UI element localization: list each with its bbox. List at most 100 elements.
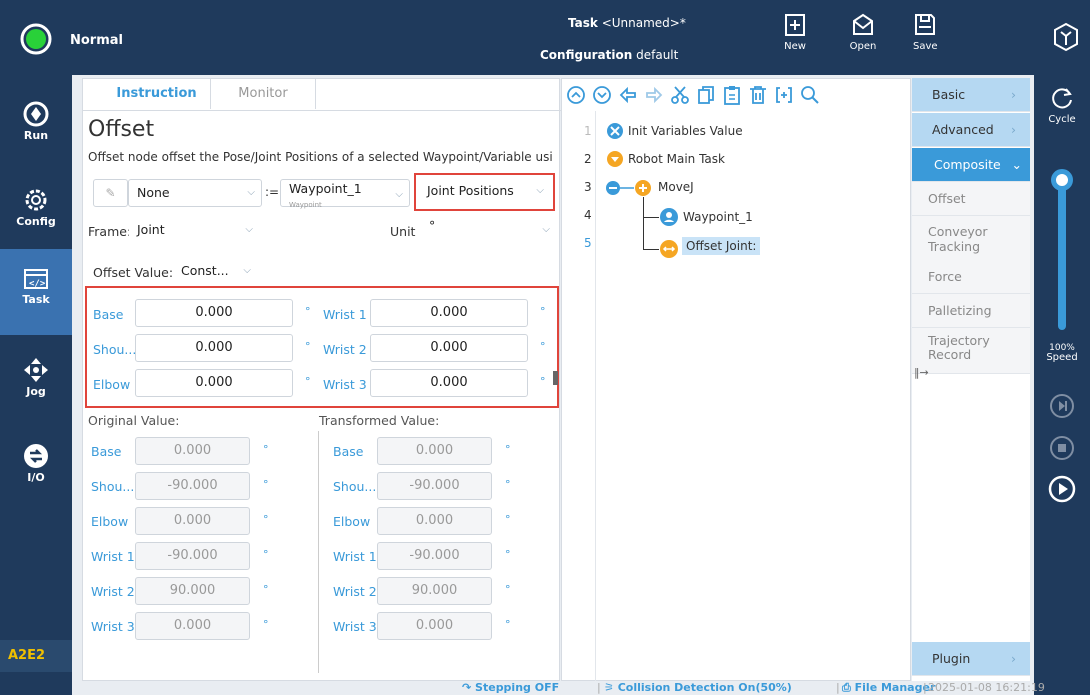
transformed-value-field: 0.000 [377,612,492,640]
open-label: Open [849,41,877,52]
offset-input-wrist3[interactable]: 0.000 [370,369,528,397]
suppress-icon[interactable] [774,85,794,105]
cut-icon[interactable] [670,85,690,105]
variable-select[interactable]: None ⌵ [128,179,262,207]
column-divider [318,431,319,673]
step-icon[interactable] [1049,393,1075,419]
top-bar: Normal Task <Unnamed>* Configuration def… [0,0,1090,75]
nav-io[interactable]: I/O [0,427,72,513]
cycle-icon [1052,88,1072,109]
library-plugin[interactable]: Plugin › [912,642,1030,676]
speed-slider-track[interactable] [1058,175,1066,330]
transformed-value-field: 0.000 [377,507,492,535]
left-nav: Run Config </> Task Jog I/O A2E2 [0,75,72,695]
nav-task[interactable]: </> Task [0,249,72,335]
degree-unit: ° [305,375,311,388]
offset-input-wrist1[interactable]: 0.000 [370,299,528,327]
tree-item-offset-joint[interactable]: Offset Joint: [682,237,761,255]
collision-icon: ⚞ [604,681,618,694]
offset-input-elbow[interactable]: 0.000 [135,369,293,397]
save-button[interactable]: Save [913,12,953,68]
copy-icon[interactable] [696,85,716,105]
new-button[interactable]: New [775,12,815,68]
chevron-down-icon: ⌵ [536,185,544,196]
library-item-force[interactable]: Force [912,260,1030,294]
tree-item-init-variables[interactable]: Init Variables Value [628,124,743,138]
library-advanced[interactable]: Advanced › [912,113,1030,147]
new-file-icon [785,14,805,36]
tree-connector [643,249,659,250]
file-manager-link[interactable]: ⎙ File Manager [842,681,935,695]
unit-value: ° [429,218,436,233]
collapse-handle-icon[interactable]: ‖→ [914,366,929,379]
tree-item-main-task[interactable]: Robot Main Task [628,152,725,166]
search-icon[interactable] [800,85,820,105]
position-type-value: Joint Positions [427,183,514,198]
paste-icon[interactable] [722,85,742,105]
delete-icon[interactable] [748,85,768,105]
tab-instruction[interactable]: Instruction [103,79,211,109]
degree-unit: ° [263,478,269,491]
offset-node-icon [660,240,678,258]
collision-status[interactable]: ⚞ Collision Detection On(50%) [604,681,792,695]
offset-value-select[interactable]: Const... ⌵ [173,258,257,286]
degree-unit: ° [263,583,269,596]
status-indicator-icon [20,23,52,55]
config-icon [25,189,47,211]
save-icon [915,14,935,35]
play-icon[interactable] [1048,475,1076,503]
degree-unit: ° [263,548,269,561]
edit-pencil-button[interactable]: ✎ [93,179,128,207]
move-down-icon[interactable] [592,85,612,105]
offset-value-label: Offset Value: [93,265,174,280]
move-up-icon[interactable] [566,85,586,105]
redo-icon[interactable] [644,85,664,105]
frame-select[interactable]: Joint ⌵ [129,217,259,245]
position-type-select[interactable]: Joint Positions ⌵ [419,178,550,206]
stepping-status[interactable]: ↷ Stepping OFF [462,681,559,695]
tab-monitor[interactable]: Monitor [211,79,316,109]
degree-unit: ° [540,340,546,353]
unit-select[interactable]: ° ⌵ [421,217,556,245]
speed-slider-thumb[interactable] [1051,169,1073,191]
offset-input-base[interactable]: 0.000 [135,299,293,327]
offset-input-wrist2[interactable]: 0.000 [370,334,528,362]
io-icon [24,444,48,468]
cycle-button[interactable]: Cycle [1034,85,1090,125]
instruction-panel: Instruction Monitor Offset Offset node o… [82,78,561,681]
library-basic[interactable]: Basic › [912,78,1030,112]
resize-handle[interactable] [553,371,558,385]
open-icon [853,13,873,35]
stepping-text: Stepping OFF [475,681,560,694]
open-button[interactable]: Open [843,12,883,68]
offset-input-shoulder[interactable]: 0.000 [135,334,293,362]
waypoint-icon [660,208,678,226]
nav-run-label: Run [23,129,49,142]
separator: | [836,681,840,694]
original-value-field: 0.000 [135,437,250,465]
chevron-down-icon: ⌵ [245,224,253,235]
waypoint-select[interactable]: Waypoint_1 Waypoint ⌵ [280,179,410,209]
tree-item-movej[interactable]: MoveJ [658,180,694,194]
nav-jog[interactable]: Jog [0,341,72,427]
library-composite[interactable]: Composite ⌄ [912,148,1030,182]
chevron-down-icon: ⌵ [247,187,255,198]
nav-config[interactable]: Config [0,171,72,257]
movej-icon [606,180,651,196]
degree-unit: ° [505,583,511,596]
library-composite-label: Composite [934,157,1001,172]
original-label: Wrist 2 [91,584,135,599]
degree-unit: ° [505,513,511,526]
undo-icon[interactable] [618,85,638,105]
library-item-palletizing[interactable]: Palletizing [912,294,1030,328]
library-item-offset[interactable]: Offset [912,182,1030,216]
stop-icon[interactable] [1049,435,1075,461]
nav-run[interactable]: Run [0,85,72,171]
transformed-label: Elbow [333,514,371,529]
library-item-trajectory[interactable]: Trajectory Record [912,328,1030,374]
datetime: 2025-01-08 16:21:19 [928,681,1045,694]
offset-label-base: Base [93,307,124,322]
tree-item-waypoint[interactable]: Waypoint_1 [683,210,753,224]
chevron-right-icon: › [1011,651,1016,666]
degree-unit: ° [263,618,269,631]
